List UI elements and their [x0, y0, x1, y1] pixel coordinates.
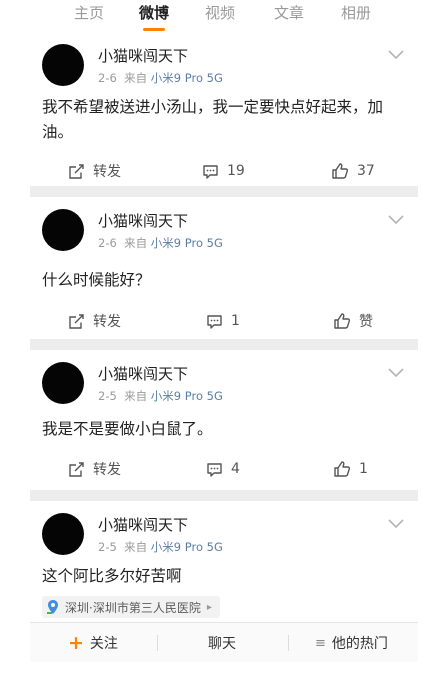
- comment-button[interactable]: 4: [206, 457, 240, 481]
- post-text: 这个阿比多尔好苦啊: [42, 567, 182, 585]
- repost-icon: [69, 313, 84, 329]
- username[interactable]: 小猫咪闯天下: [98, 45, 188, 66]
- follow-label: 关注: [89, 636, 118, 652]
- comment-icon: [203, 164, 218, 179]
- avatar[interactable]: [42, 362, 84, 404]
- follow-button[interactable]: + 关注: [68, 623, 118, 663]
- like-label: 赞: [359, 314, 373, 330]
- repost-button[interactable]: 转发: [68, 309, 121, 333]
- post-actions: 转发 4 1: [30, 457, 418, 481]
- chevron-down-icon[interactable]: [388, 368, 404, 378]
- chevron-right-icon: ▸: [206, 601, 212, 613]
- profile-tab-bar: 主页 微博 视频 文章 相册: [30, 0, 418, 31]
- post-source[interactable]: 小米9 Pro 5G: [151, 236, 223, 250]
- post-actions: 转发 19 37: [30, 159, 418, 183]
- hot-posts-button[interactable]: ≡ 他的热门: [315, 623, 388, 663]
- repost-button[interactable]: 转发: [68, 159, 121, 183]
- post-source[interactable]: 小米9 Pro 5G: [151, 389, 223, 403]
- repost-icon: [69, 461, 84, 477]
- source-prefix: 来自: [124, 389, 148, 403]
- like-count: 1: [359, 461, 368, 477]
- avatar[interactable]: [42, 44, 84, 86]
- chevron-down-icon[interactable]: [388, 519, 404, 529]
- avatar[interactable]: [42, 209, 84, 251]
- post-meta: 2-5 来自 小米9 Pro 5G: [98, 388, 223, 404]
- post-meta: 2-5 来自 小米9 Pro 5G: [98, 539, 223, 555]
- repost-button[interactable]: 转发: [68, 457, 121, 481]
- post-date: 2-5: [98, 540, 117, 554]
- menu-icon: ≡: [315, 635, 326, 651]
- hot-label: 他的热门: [331, 636, 388, 652]
- post-source[interactable]: 小米9 Pro 5G: [151, 71, 223, 85]
- post-meta: 2-6 来自 小米9 Pro 5G: [98, 70, 223, 86]
- username[interactable]: 小猫咪闯天下: [98, 363, 188, 384]
- plus-icon: +: [68, 632, 84, 654]
- tab-video[interactable]: 视频: [205, 2, 235, 23]
- post-card[interactable]: 小猫咪闯天下 2-6 来自 小米9 Pro 5G 我不希望被送进小汤山，我一定要…: [30, 32, 418, 186]
- active-tab-indicator: [143, 28, 165, 31]
- tab-home[interactable]: 主页: [74, 2, 104, 23]
- comment-count: 19: [227, 163, 245, 179]
- username[interactable]: 小猫咪闯天下: [98, 210, 188, 231]
- tab-album[interactable]: 相册: [341, 2, 371, 23]
- like-button[interactable]: 37: [331, 159, 375, 183]
- location-pin-icon: [47, 600, 58, 614]
- avatar[interactable]: [42, 513, 84, 555]
- post-meta: 2-6 来自 小米9 Pro 5G: [98, 235, 223, 251]
- comment-count: 4: [231, 461, 240, 477]
- tab-articles[interactable]: 文章: [274, 2, 304, 23]
- post-text: 我是不是要做小白鼠了。: [42, 420, 213, 438]
- like-count: 37: [357, 163, 375, 179]
- chevron-down-icon[interactable]: [388, 215, 404, 225]
- post-date: 2-5: [98, 389, 117, 403]
- comment-button[interactable]: 1: [206, 309, 240, 333]
- post-separator: [30, 490, 418, 501]
- post-separator: [30, 186, 418, 197]
- post-text: 什么时候能好？: [42, 271, 151, 289]
- divider: [157, 635, 158, 651]
- location-tag[interactable]: 深圳·深圳市第三人民医院 ▸: [42, 596, 220, 618]
- thumbs-up-icon: [334, 461, 351, 477]
- repost-icon: [69, 163, 84, 179]
- post-text: 我不希望被送进小汤山，我一定要快点好起来，加油。: [42, 98, 384, 141]
- post-separator: [30, 339, 418, 350]
- post-date: 2-6: [98, 236, 117, 250]
- post-card[interactable]: 小猫咪闯天下 2-6 来自 小米9 Pro 5G 什么时候能好？ 转发 1 赞: [30, 197, 418, 339]
- source-prefix: 来自: [124, 71, 148, 85]
- source-prefix: 来自: [124, 236, 148, 250]
- comment-icon: [207, 314, 222, 329]
- post-date: 2-6: [98, 71, 117, 85]
- thumbs-up-icon: [332, 163, 349, 179]
- chat-label: 聊天: [208, 636, 236, 652]
- bottom-action-bar: + 关注 聊天 ≡ 他的热门: [30, 622, 418, 662]
- chat-button[interactable]: 聊天: [208, 623, 236, 663]
- chevron-down-icon[interactable]: [388, 50, 404, 60]
- tab-weibo[interactable]: 微博: [139, 2, 169, 23]
- like-button[interactable]: 1: [333, 457, 368, 481]
- post-card[interactable]: 小猫咪闯天下 2-5 来自 小米9 Pro 5G 我是不是要做小白鼠了。 转发 …: [30, 350, 418, 490]
- thumbs-up-icon: [334, 313, 351, 329]
- comment-count: 1: [231, 313, 240, 329]
- location-text: 深圳·深圳市第三人民医院: [65, 600, 201, 615]
- comment-button[interactable]: 19: [202, 159, 245, 183]
- comment-icon: [207, 462, 222, 477]
- like-button[interactable]: 赞: [333, 309, 373, 333]
- post-actions: 转发 1 赞: [30, 309, 418, 333]
- post-source[interactable]: 小米9 Pro 5G: [151, 540, 223, 554]
- repost-label: 转发: [93, 164, 121, 180]
- divider: [288, 635, 289, 651]
- username[interactable]: 小猫咪闯天下: [98, 514, 188, 535]
- repost-label: 转发: [93, 314, 121, 330]
- source-prefix: 来自: [124, 540, 148, 554]
- repost-label: 转发: [93, 462, 121, 478]
